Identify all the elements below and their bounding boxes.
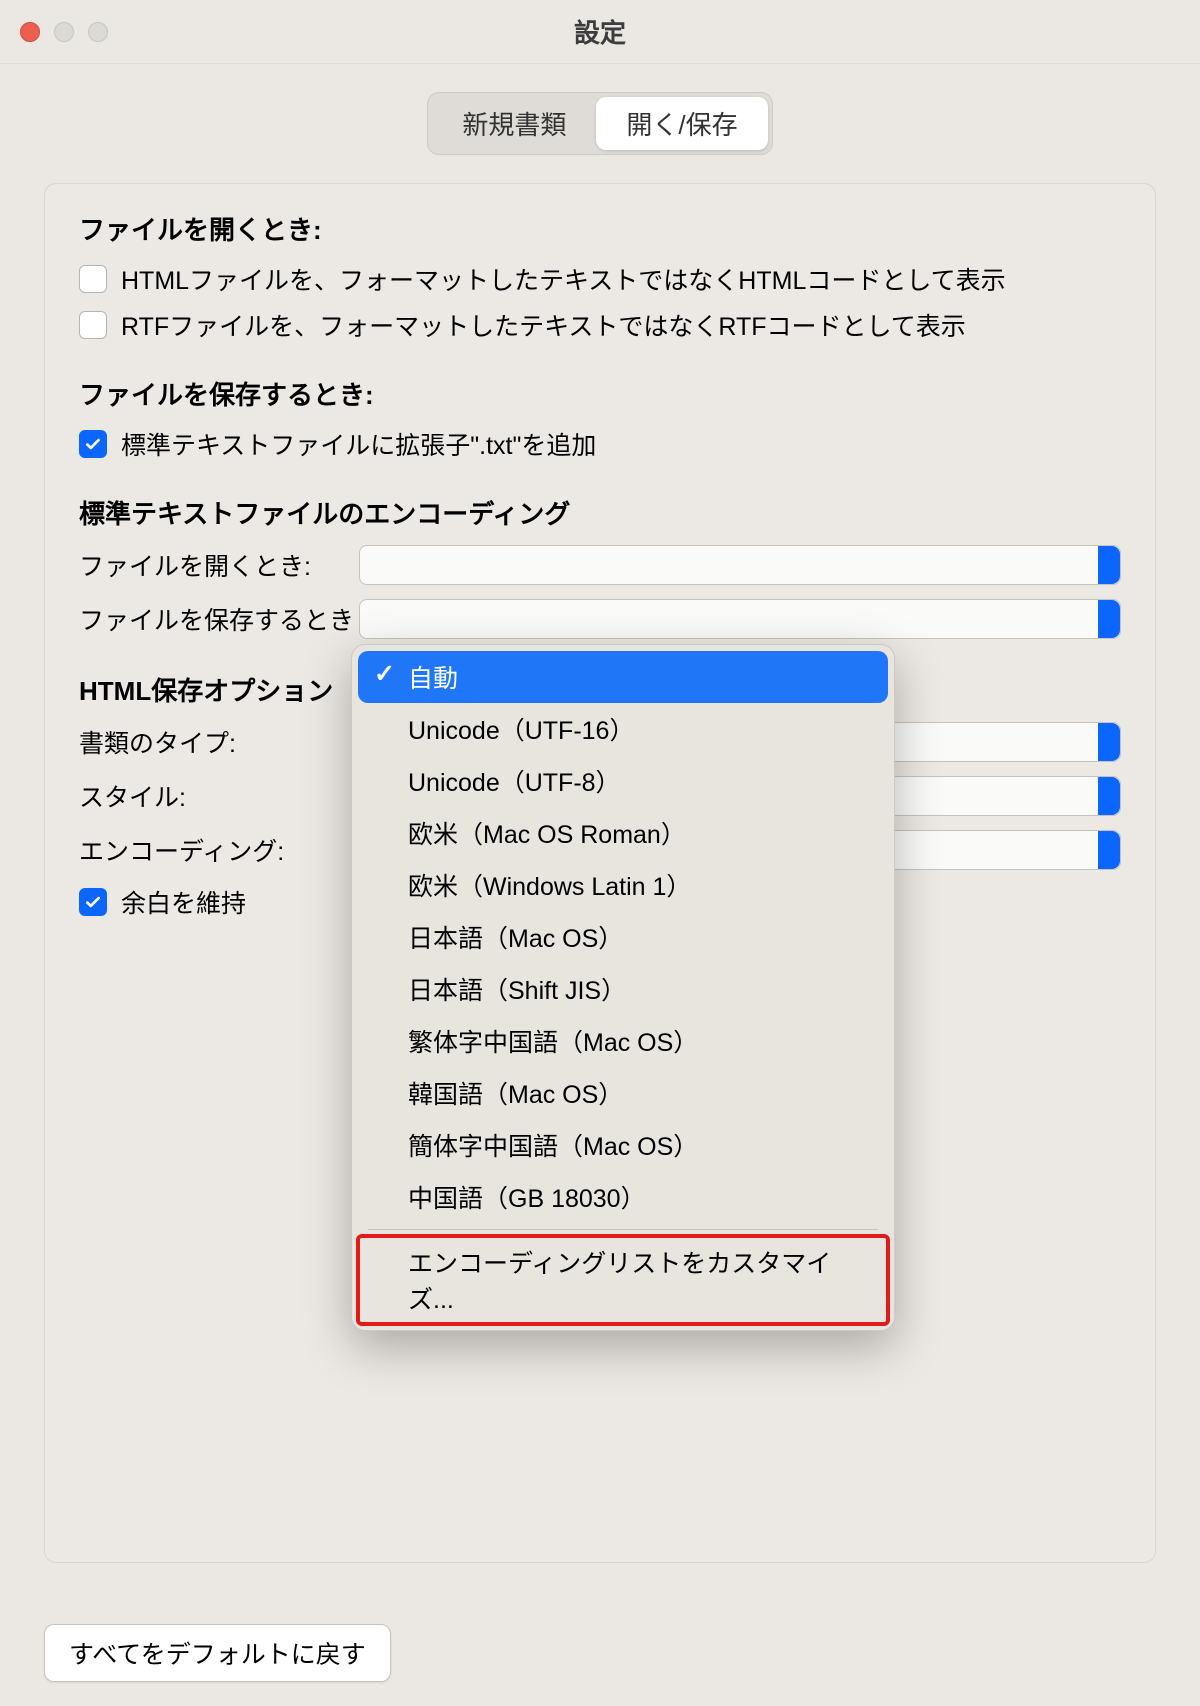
encoding-save-row: ファイルを保存するとき	[79, 599, 1121, 639]
encoding-open-dropdown[interactable]	[359, 545, 1121, 585]
menu-customize-encoding-list[interactable]: エンコーディングリストをカスタマイズ...	[358, 1236, 888, 1324]
encoding-menu-item[interactable]: 欧米（Mac OS Roman）	[358, 807, 888, 859]
checkbox-rtf-code-label: RTFファイルを、フォーマットしたテキストではなくRTFコードとして表示	[121, 307, 966, 343]
encoding-popover: 自動Unicode（UTF-16）Unicode（UTF-8）欧米（Mac OS…	[351, 644, 895, 1331]
checkbox-txt-ext-label: 標準テキストファイルに拡張子".txt"を追加	[121, 426, 596, 462]
menu-divider	[368, 1229, 878, 1230]
encoding-save-dropdown[interactable]	[359, 599, 1121, 639]
zoom-icon[interactable]	[88, 22, 108, 42]
checkbox-txt-ext[interactable]	[79, 430, 107, 458]
encoding-menu-item[interactable]: 欧米（Windows Latin 1）	[358, 859, 888, 911]
open-rtf-code-row: RTFファイルを、フォーマットしたテキストではなくRTFコードとして表示	[79, 307, 1121, 343]
tab-open-save[interactable]: 開く/保存	[596, 97, 767, 150]
encoding-save-label: ファイルを保存するとき	[79, 601, 359, 637]
checkbox-preserve-margin-label: 余白を維持	[121, 884, 246, 920]
encoding-menu-item[interactable]: Unicode（UTF-16）	[358, 703, 888, 755]
checkbox-preserve-margin[interactable]	[79, 888, 107, 916]
tab-segment: 新規書類 開く/保存	[427, 92, 772, 155]
encoding-menu-item[interactable]: Unicode（UTF-8）	[358, 755, 888, 807]
minimize-icon[interactable]	[54, 22, 74, 42]
traffic-lights	[20, 22, 108, 42]
tab-new-document[interactable]: 新規書類	[432, 97, 596, 150]
encoding-menu-item[interactable]: 中国語（GB 18030）	[358, 1171, 888, 1223]
tab-bar: 新規書類 開く/保存	[44, 92, 1156, 155]
reset-defaults-button[interactable]: すべてをデフォルトに戻す	[44, 1624, 391, 1682]
encoding-open-row: ファイルを開くとき:	[79, 545, 1121, 585]
save-txt-ext-row: 標準テキストファイルに拡張子".txt"を追加	[79, 426, 1121, 462]
encoding-menu-item[interactable]: 日本語（Mac OS）	[358, 911, 888, 963]
checkbox-html-code[interactable]	[79, 265, 107, 293]
encoding-menu-item[interactable]: 自動	[358, 651, 888, 703]
encoding-section-heading: 標準テキストファイルのエンコーディング	[79, 494, 1121, 531]
checkbox-rtf-code[interactable]	[79, 311, 107, 339]
html-doctype-label: 書類のタイプ:	[79, 724, 359, 760]
encoding-menu-item[interactable]: 日本語（Shift JIS）	[358, 963, 888, 1015]
encoding-open-label: ファイルを開くとき:	[79, 547, 359, 583]
encoding-menu-list: 自動Unicode（UTF-16）Unicode（UTF-8）欧米（Mac OS…	[358, 651, 888, 1223]
titlebar: 設定	[0, 0, 1200, 64]
window-title: 設定	[0, 13, 1200, 50]
checkbox-html-code-label: HTMLファイルを、フォーマットしたテキストではなくHTMLコードとして表示	[121, 261, 1006, 297]
open-html-code-row: HTMLファイルを、フォーマットしたテキストではなくHTMLコードとして表示	[79, 261, 1121, 297]
close-icon[interactable]	[20, 22, 40, 42]
encoding-menu-item[interactable]: 韓国語（Mac OS）	[358, 1067, 888, 1119]
content-area: 新規書類 開く/保存 ファイルを開くとき: HTMLファイルを、フォーマットした…	[0, 64, 1200, 1563]
html-style-label: スタイル:	[79, 778, 359, 814]
save-section-heading: ファイルを保存するとき:	[79, 375, 1121, 412]
open-section-heading: ファイルを開くとき:	[79, 210, 1121, 247]
html-encoding-label: エンコーディング:	[79, 832, 359, 868]
encoding-menu-item[interactable]: 簡体字中国語（Mac OS）	[358, 1119, 888, 1171]
settings-panel: ファイルを開くとき: HTMLファイルを、フォーマットしたテキストではなくHTM…	[44, 183, 1156, 1563]
encoding-menu-item[interactable]: 繁体字中国語（Mac OS）	[358, 1015, 888, 1067]
